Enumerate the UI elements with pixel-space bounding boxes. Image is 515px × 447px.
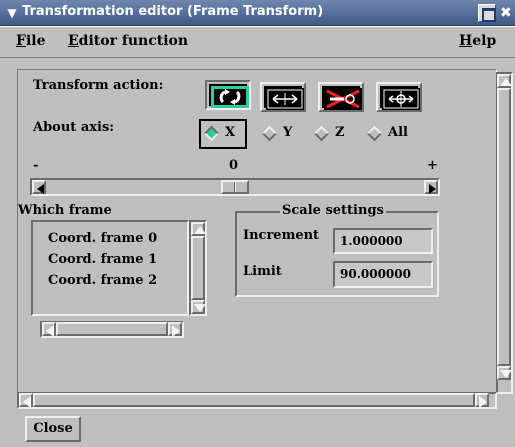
axis-z-label: Z: [335, 125, 345, 140]
window-up-arrow-icon[interactable]: [497, 74, 512, 88]
limit-field[interactable]: 90.000000: [333, 261, 433, 288]
which-frame-label: Which frame: [18, 203, 112, 218]
limit-label: Limit: [243, 264, 282, 279]
four-way-arrows-icon: [380, 86, 420, 110]
scale-tool-button[interactable]: [376, 82, 422, 112]
axis-y-radio[interactable]: Y: [261, 124, 301, 144]
close-window-icon[interactable]: ✖: [500, 4, 515, 22]
frame-list-item[interactable]: Coord. frame 2: [48, 273, 157, 288]
scale-settings-title: Scale settings: [280, 203, 386, 218]
slider-zero-label: 0: [229, 158, 239, 173]
window-vscroll-thumb[interactable]: [497, 88, 511, 366]
menu-file-label: ile: [25, 33, 46, 49]
slider-right-arrow-icon[interactable]: [424, 180, 438, 194]
translate-tool-button[interactable]: [260, 82, 306, 112]
axis-x-radio[interactable]: X: [203, 124, 247, 144]
slider-max-label: +: [427, 158, 438, 173]
title-bar[interactable]: ▼ Transformation editor (Frame Transform…: [0, 0, 515, 26]
axis-all-label: All: [388, 125, 408, 140]
window-menu-icon[interactable]: ▼: [4, 5, 20, 21]
menu-help-mnemonic: H: [459, 33, 473, 49]
frame-list-item[interactable]: Coord. frame 1: [48, 252, 157, 267]
shade-window-icon[interactable]: [478, 4, 496, 22]
frame-list-vscroll-thumb[interactable]: [191, 236, 205, 300]
radio-selected-icon: [203, 125, 220, 142]
rotate-arrows-icon: [209, 84, 249, 108]
window-left-arrow-icon[interactable]: [19, 393, 33, 408]
axis-y-label: Y: [283, 125, 293, 140]
close-button[interactable]: Close: [25, 416, 81, 442]
axis-all-radio[interactable]: All: [366, 124, 426, 144]
horizontal-arrows-icon: [264, 86, 304, 110]
frame-list-hscroll-thumb[interactable]: [56, 322, 168, 336]
window-right-arrow-icon[interactable]: [475, 393, 489, 408]
axis-z-radio[interactable]: Z: [313, 124, 355, 144]
transform-action-label: Transform action:: [33, 78, 164, 93]
rotate-tool-button[interactable]: [205, 80, 251, 110]
slider-min-label: -: [33, 158, 39, 173]
window-title: Transformation editor (Frame Transform): [22, 4, 324, 19]
frame-list-item[interactable]: Coord. frame 0: [48, 231, 157, 246]
radio-unselected-icon: [261, 125, 278, 142]
menu-help[interactable]: Help: [459, 33, 496, 49]
frame-list-up-arrow-icon[interactable]: [191, 222, 206, 236]
menu-bar: File Editor function Help: [0, 26, 515, 58]
frame-list-right-arrow-icon[interactable]: [168, 322, 182, 337]
menu-editor-mnemonic: E: [68, 33, 79, 49]
about-axis-label: About axis:: [33, 120, 115, 135]
menu-editor-function[interactable]: Editor function: [68, 33, 188, 49]
frame-list-down-arrow-icon[interactable]: [191, 300, 206, 314]
menu-file-mnemonic: F: [16, 33, 26, 49]
menu-editor-label: ditor function: [78, 33, 189, 49]
menu-file[interactable]: File: [16, 33, 46, 49]
stretch-tool-button[interactable]: [318, 82, 364, 112]
frame-list-left-arrow-icon[interactable]: [42, 322, 56, 337]
no-rotate-icon: [322, 86, 362, 110]
radio-unselected-icon: [366, 125, 383, 142]
axis-x-label: X: [225, 125, 236, 140]
window-down-arrow-icon[interactable]: [497, 366, 512, 380]
increment-field[interactable]: 1.000000: [333, 228, 433, 254]
radio-unselected-icon: [313, 125, 330, 142]
slider-left-arrow-icon[interactable]: [32, 180, 46, 194]
slider-thumb[interactable]: [221, 180, 249, 194]
increment-label: Increment: [243, 228, 320, 243]
menu-help-label: elp: [472, 33, 497, 49]
window-hscroll-thumb[interactable]: [33, 393, 475, 407]
